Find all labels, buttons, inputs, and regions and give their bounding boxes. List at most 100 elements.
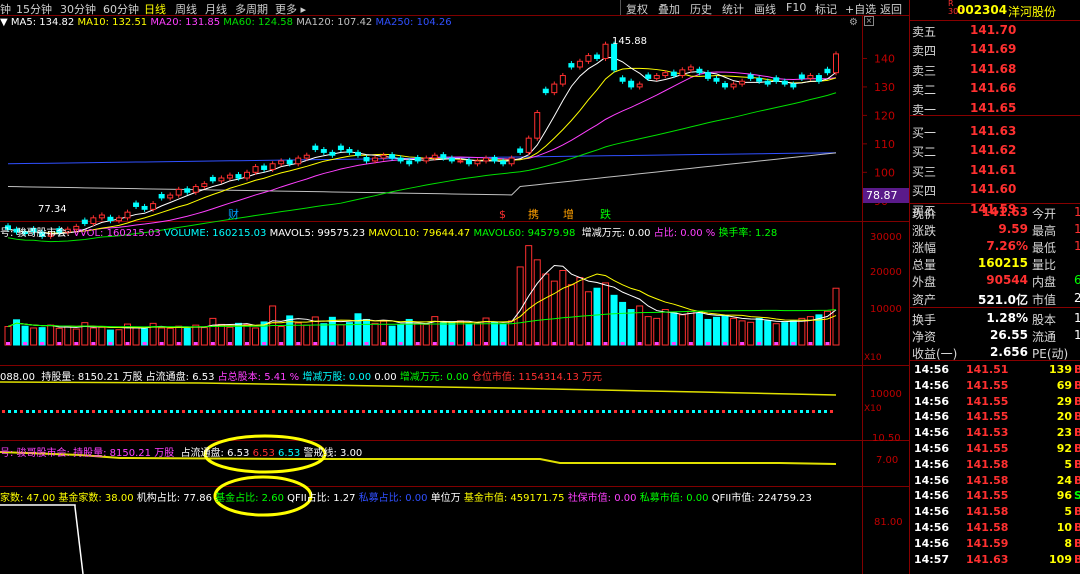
volume-base-mark: [330, 342, 335, 345]
ratio-dot: [728, 410, 731, 413]
tick-time: 14:57: [914, 552, 950, 566]
stock-code: 002304: [957, 3, 1008, 17]
ratio-dot: [308, 410, 311, 413]
ratio-dot: [584, 410, 587, 413]
candle-body: [244, 171, 251, 179]
candle-body: [457, 160, 464, 163]
quote-label: 现价: [912, 207, 937, 221]
ratio-dot: [368, 410, 371, 413]
ratio-dot: [170, 410, 173, 413]
ratio-dot: [236, 410, 239, 413]
candle-body: [483, 157, 490, 162]
event-label-fall[interactable]: 跌: [600, 207, 611, 221]
ind1-header-amount: 增减万元: 0.00: [399, 372, 469, 383]
ratio-dot: [482, 410, 485, 413]
event-label-finance[interactable]: 财: [228, 207, 239, 221]
volume-bar: [456, 320, 464, 346]
event-label-increase[interactable]: 增: [563, 207, 574, 221]
volume-bar: [695, 312, 703, 346]
book-price: 141.69: [970, 42, 1017, 57]
quote-row: 资产 521.0亿 市值 21: [910, 290, 1080, 307]
volume-bar: [653, 317, 661, 346]
candle-body: [90, 217, 97, 225]
ask-row[interactable]: 卖五 141.70: [910, 22, 1080, 39]
ratio-dot: [374, 410, 377, 413]
ind3-header-private: 私募占比: 0.00: [358, 493, 428, 504]
quote-label: 涨幅: [912, 241, 937, 256]
ind3-header-qfiivalue: QFII市值: 224759.23: [711, 493, 812, 504]
tick-volume: 139: [1049, 363, 1072, 376]
ma120-line: [7, 152, 837, 196]
price-axis: 90100110120130140: [862, 52, 895, 208]
event-label-carry[interactable]: 携: [528, 207, 539, 221]
ratio-dot: [434, 410, 437, 413]
candle-body: [508, 157, 515, 165]
ask-row[interactable]: 卖四 141.69: [910, 41, 1080, 58]
ratio-dot: [746, 410, 749, 413]
bid-row[interactable]: 买四 141.60: [910, 181, 1080, 198]
volume-bar: [132, 327, 140, 346]
ask-row[interactable]: 卖二 141.66: [910, 80, 1080, 97]
ratio-dot: [386, 410, 389, 413]
ratio-dot: [722, 410, 725, 413]
candle-body: [226, 174, 233, 179]
ratio-dot: [698, 410, 701, 413]
vol-header-ratio: 占比: 0.00 %: [653, 228, 716, 239]
book-label: 买二: [912, 145, 937, 160]
ratio-dot: [104, 410, 107, 413]
ratio-dot: [2, 410, 5, 413]
ind1-header-float: 占流通盘: 6.53: [145, 372, 215, 383]
bid-row[interactable]: 买一 141.63: [910, 123, 1080, 140]
volume-bar: [789, 320, 797, 346]
ratio-dot: [506, 410, 509, 413]
vol-header-mavol10: MAVOL10: 79644.47: [368, 228, 471, 239]
ratio-dot: [62, 410, 65, 413]
candle-body: [670, 71, 677, 77]
candle-body: [687, 66, 694, 71]
ratio-dot: [794, 410, 797, 413]
stock-name: 洋河股份: [1008, 5, 1057, 19]
candle-body: [559, 75, 566, 85]
candle-body: [824, 68, 831, 74]
low-annotation: 77.34: [38, 204, 67, 215]
event-label-dollar[interactable]: $: [499, 208, 506, 221]
quote-label-2: 最低: [1032, 241, 1057, 256]
volume-base-mark: [262, 342, 267, 345]
volume-base-mark: [620, 342, 625, 345]
volume-base-mark: [176, 342, 181, 345]
quote-value: 521.0亿: [978, 292, 1028, 307]
book-label: 买一: [912, 126, 937, 140]
candle-body: [346, 149, 353, 153]
ratio-dot: [26, 410, 29, 413]
stock-header: R 300 002304 洋河股份: [910, 0, 1080, 21]
bid-row[interactable]: 买三 141.61: [910, 162, 1080, 179]
volume-bar: [559, 269, 567, 346]
ratio-dot: [122, 410, 125, 413]
volume-bar: [499, 323, 507, 346]
quote-row: 现价 141.63 今开 1: [910, 204, 1080, 221]
vol-tick-30000: 30000: [870, 232, 902, 243]
quote-value: 141.63: [981, 205, 1028, 219]
bid-row[interactable]: 买二 141.62: [910, 142, 1080, 159]
ratio-dot: [278, 410, 281, 413]
volume-base-mark: [57, 342, 62, 345]
volume-base-mark: [535, 342, 540, 345]
candle-body: [380, 154, 387, 159]
tick-flag: B: [1074, 521, 1080, 534]
ask-row[interactable]: 卖三 141.68: [910, 61, 1080, 78]
ratio-dot: [296, 410, 299, 413]
ind3-header-unit: 单位万: [430, 493, 461, 504]
ratio-dot: [476, 410, 479, 413]
ratio-dot: [80, 410, 83, 413]
ratio-dot: [500, 410, 503, 413]
volume-bar: [550, 280, 558, 346]
ratio-dot: [164, 410, 167, 413]
quote-row: 净资 26.55 流通 1: [910, 327, 1080, 344]
candle-body: [303, 154, 310, 159]
ratio-dot: [248, 410, 251, 413]
ratio-dot: [194, 410, 197, 413]
volume-base-mark: [501, 342, 506, 345]
tick-price: 141.55: [966, 394, 1009, 408]
candle-body: [747, 74, 754, 79]
price-tick-label: 110: [874, 138, 895, 151]
